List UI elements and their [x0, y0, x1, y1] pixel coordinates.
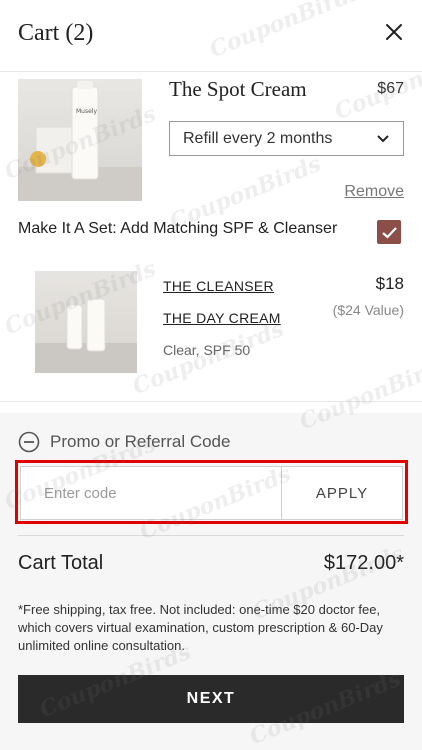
watermark: CouponBirds — [128, 315, 288, 401]
divider — [0, 401, 422, 402]
promo-toggle[interactable]: Promo or Referral Code — [18, 431, 230, 453]
product-logo-text: Musely — [76, 108, 97, 115]
set-price: $18 — [375, 274, 404, 293]
link-the-day-cream[interactable]: THE DAY CREAM — [163, 310, 281, 326]
promo-code-input[interactable] — [21, 467, 281, 519]
set-value: ($24 Value) — [332, 302, 404, 318]
apply-button[interactable]: APPLY — [281, 467, 402, 519]
product-price-spot-cream: $67 — [377, 80, 404, 97]
close-icon[interactable] — [382, 20, 406, 44]
shipping-note: *Free shipping, tax free. Not included: … — [18, 602, 383, 653]
set-offer-checkbox[interactable] — [377, 220, 401, 244]
product-name-spot-cream[interactable]: The Spot Cream — [169, 77, 307, 102]
divider — [18, 535, 404, 536]
promo-toggle-label: Promo or Referral Code — [50, 432, 231, 451]
checkmark-icon — [381, 226, 397, 239]
next-button[interactable]: NEXT — [18, 675, 404, 723]
set-variant: Clear, SPF 50 — [163, 342, 251, 358]
cart-header: Cart (2) — [0, 0, 422, 72]
refill-frequency-select[interactable]: Refill every 2 months — [169, 121, 404, 156]
minus-circle-icon — [18, 431, 40, 453]
set-offer-label: Make It A Set: Add Matching SPF & Cleans… — [18, 220, 338, 237]
promo-form: APPLY — [20, 466, 403, 520]
remove-item-link[interactable]: Remove — [344, 183, 404, 201]
cart-title: Cart (2) — [18, 20, 94, 46]
chevron-down-icon — [377, 134, 389, 142]
refill-select-value: Refill every 2 months — [183, 129, 333, 147]
cart-total-label: Cart Total — [18, 552, 104, 574]
cart-total-value: $172.00* — [323, 552, 404, 574]
product-image-set — [35, 271, 137, 373]
product-image-spot-cream: Musely — [18, 79, 142, 201]
link-the-cleanser[interactable]: THE CLEANSER — [163, 278, 274, 294]
